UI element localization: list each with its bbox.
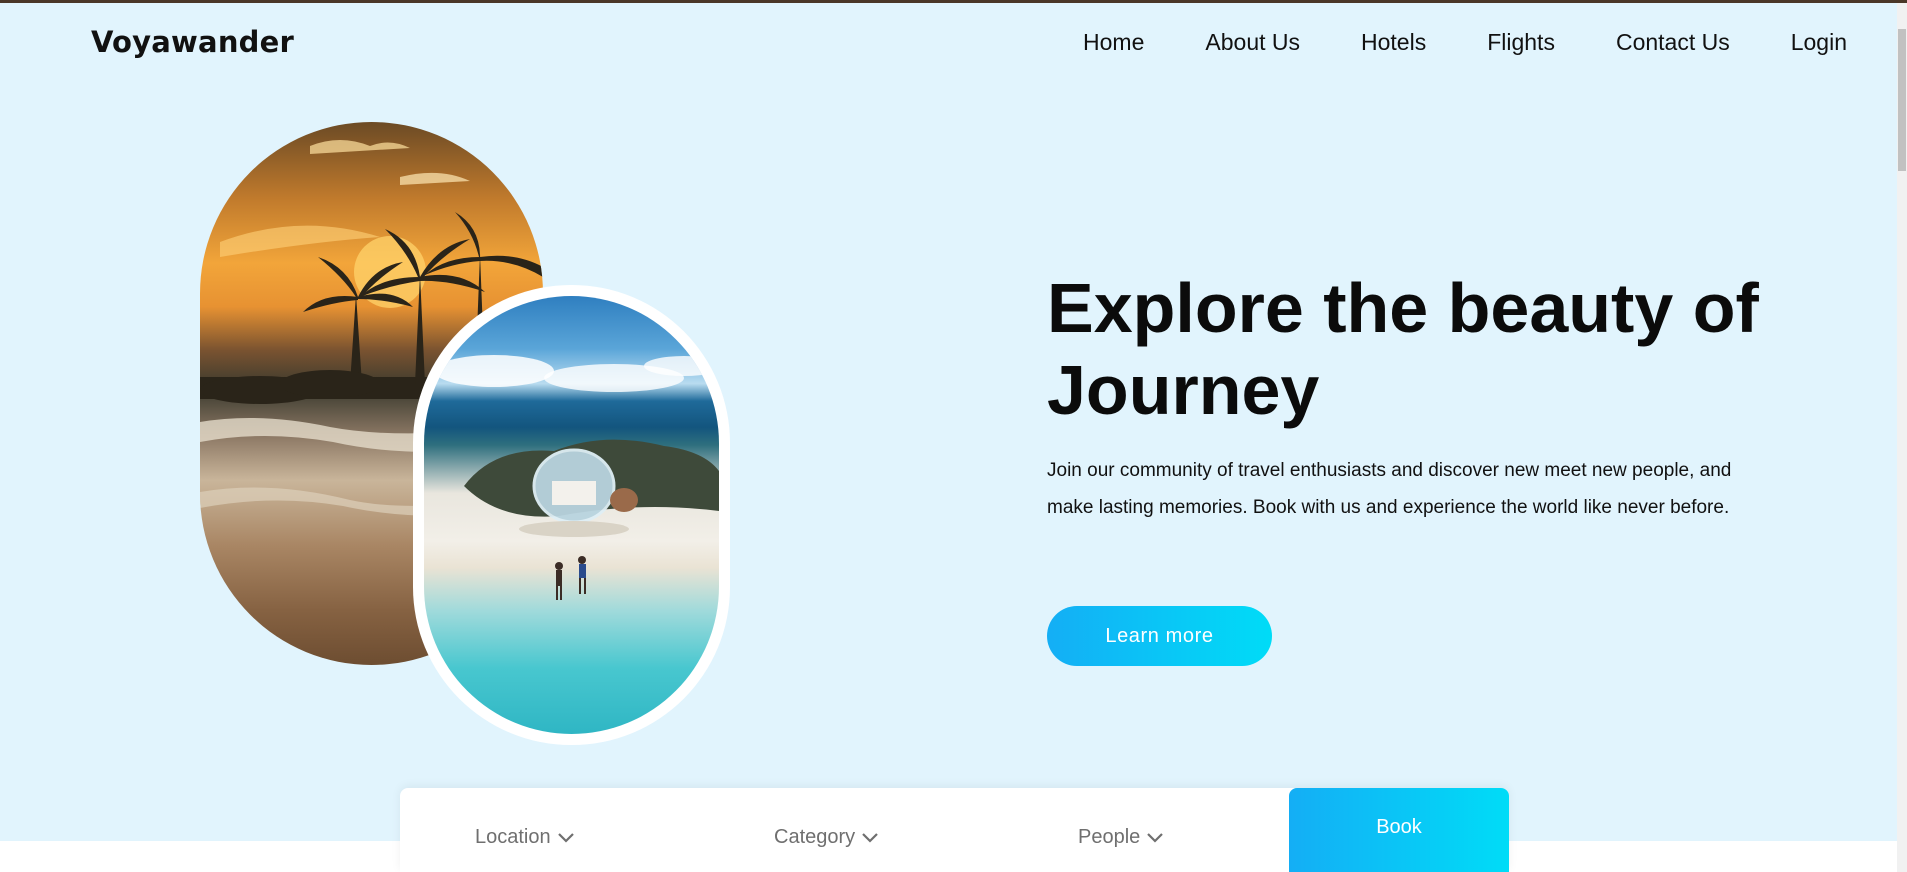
category-dropdown[interactable]: Category — [774, 826, 879, 849]
brand-logo[interactable]: Voyawander — [91, 25, 294, 59]
booking-bar: Location Category People Book — [400, 788, 1509, 872]
scrollbar-thumb[interactable] — [1898, 29, 1906, 171]
hero-description: Join our community of travel enthusiasts… — [1047, 460, 1732, 518]
chevron-down-icon — [1147, 832, 1164, 843]
location-dropdown[interactable]: Location — [475, 826, 575, 849]
nav-home[interactable]: Home — [1083, 29, 1144, 56]
nav-login[interactable]: Login — [1791, 29, 1847, 56]
hero-title-line1: Explore the beauty of — [1047, 269, 1759, 347]
chevron-down-icon — [862, 832, 878, 843]
nav-hotels[interactable]: Hotels — [1361, 29, 1426, 56]
hero-title-line2: Journey — [1047, 351, 1320, 429]
book-button[interactable]: Book — [1289, 788, 1509, 872]
bubble-tent-beach-image — [424, 296, 719, 734]
chevron-down-icon — [557, 832, 574, 843]
hero-section: Voyawander Home About Us Hotels Flights … — [0, 3, 1907, 841]
nav-about-us[interactable]: About Us — [1205, 29, 1300, 56]
nav-flights[interactable]: Flights — [1487, 29, 1555, 56]
main-nav: Home About Us Hotels Flights Contact Us … — [1083, 29, 1847, 56]
bubble-tent-beach-frame — [413, 285, 730, 745]
category-label: Category — [774, 826, 856, 848]
page-scrollbar[interactable] — [1897, 3, 1907, 872]
learn-more-button[interactable]: Learn more — [1047, 606, 1272, 666]
hero-title: Explore the beauty of Journey — [1047, 267, 1807, 431]
people-dropdown[interactable]: People — [1078, 826, 1164, 849]
nav-contact-us[interactable]: Contact Us — [1616, 29, 1730, 56]
people-label: People — [1078, 826, 1141, 848]
location-label: Location — [475, 826, 551, 848]
